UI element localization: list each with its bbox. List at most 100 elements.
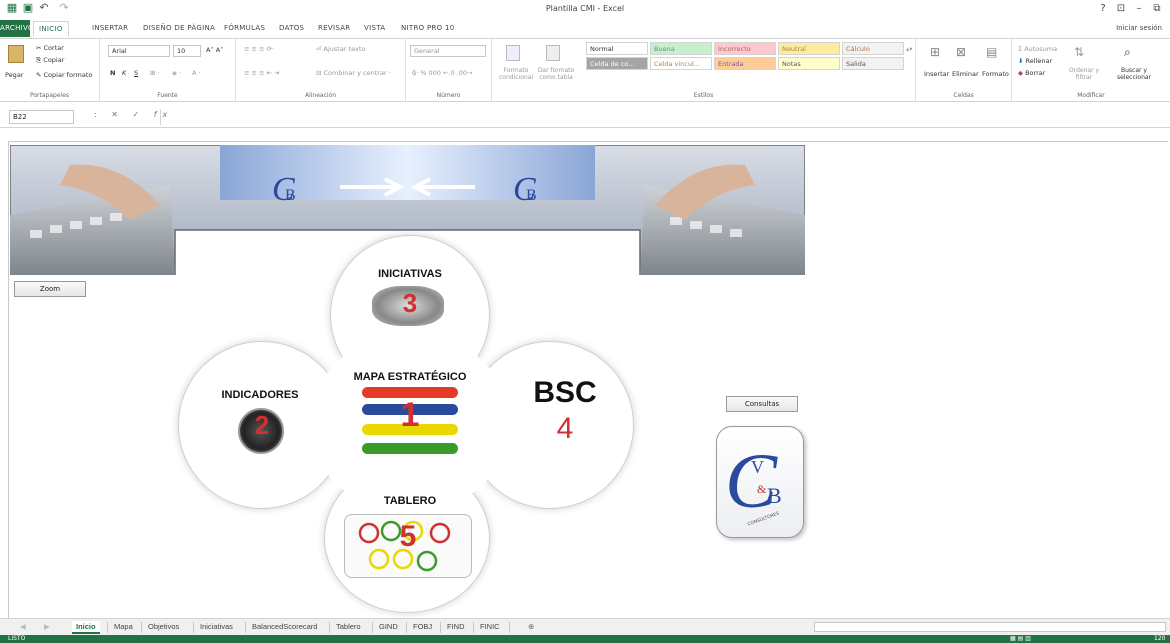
wrap-label: Ajustar texto [323, 45, 366, 53]
worksheet[interactable]: C B C B Zoom INICIATIVAS 3 INDICADORES 2… [0, 128, 1170, 619]
sort-filter-button[interactable]: Ordenar y filtrar [1064, 67, 1104, 81]
sheet-tab-finic[interactable]: FINIC [476, 621, 504, 634]
style-neutral[interactable]: Neutral [778, 42, 840, 55]
font-grow-icon[interactable]: A˄ A˅ [206, 46, 223, 54]
style-salida[interactable]: Salida [842, 57, 904, 70]
mapa-number: 1 [400, 396, 420, 434]
insert-button[interactable]: Insertar [924, 70, 949, 78]
copy-button[interactable]: ⎘ Copiar [36, 56, 64, 65]
sheet-tab-iniciativas[interactable]: Iniciativas [196, 621, 237, 634]
merge-button[interactable]: ⊟ Combinar y centrar · [316, 69, 391, 77]
merge-label: Combinar y centrar [323, 69, 387, 77]
number-format-icons[interactable]: ₲· % 000 ←.0 .00→ [412, 69, 472, 77]
tab-vista[interactable]: VISTA [364, 24, 385, 32]
next-sheet-icon[interactable]: ▶ [40, 621, 54, 634]
sheet-tab-inicio[interactable]: Inicio [72, 621, 100, 634]
sheet-tab-tablero[interactable]: Tablero [332, 621, 365, 634]
cond-format-icon [506, 45, 520, 61]
ribbon-display-icon[interactable]: ⊡ [1114, 3, 1128, 14]
formula-input[interactable] [160, 109, 1170, 125]
borders-icon[interactable]: ⊞ · [150, 69, 160, 77]
bsc-number: 4 [556, 412, 574, 445]
fill-color-icon[interactable]: ◈ · [172, 69, 181, 77]
sheet-tab-objetivos[interactable]: Objetivos [144, 621, 183, 634]
autosum-button[interactable]: Σ Autosuma [1018, 45, 1057, 53]
tablero-number: 5 [399, 520, 417, 553]
underline-button[interactable]: S [134, 69, 138, 77]
sheet-tab-gind[interactable]: GIND [375, 621, 402, 634]
table-format-button[interactable]: Dar formato como tabla [536, 67, 576, 81]
clear-button[interactable]: ◆ Borrar [1018, 69, 1045, 77]
tab-formulas[interactable]: FÓRMULAS [224, 24, 265, 32]
sign-in-link[interactable]: Iniciar sesión [1116, 24, 1162, 32]
svg-text:&: & [757, 482, 767, 496]
sheet-tab-find[interactable]: FIND [443, 621, 469, 634]
tab-datos[interactable]: DATOS [279, 24, 304, 32]
find-select-button[interactable]: Buscar y seleccionar [1108, 67, 1160, 81]
style-celda-comprobacion[interactable]: Celda de co... [586, 57, 648, 70]
consultas-button[interactable]: Consultas [726, 396, 798, 412]
styles-label: Estilos [693, 92, 714, 99]
name-box[interactable]: B22 [9, 110, 74, 124]
sheet-tab-fobj[interactable]: FOBJ [409, 621, 436, 634]
view-buttons-icon[interactable]: ▦ ▤ ▥ [1010, 635, 1031, 642]
add-sheet-icon[interactable]: ⊕ [524, 621, 538, 634]
align-top-icons[interactable]: ≡ ≡ ≡ ⟳· [244, 45, 274, 53]
clipboard-group: Pegar ✂ Cortar ⎘ Copiar ✎ Copiar formato… [0, 39, 100, 101]
tab-archivo[interactable]: ARCHIVO [0, 20, 33, 37]
bsc-label: BSC [533, 376, 597, 409]
vb-logo[interactable]: C V & B CONSULTORES [716, 426, 804, 538]
ribbon-tabs: ARCHIVO INICIO INSERTAR DISEÑO DE PÁGINA… [0, 20, 1170, 40]
cut-button[interactable]: ✂ Cortar [36, 44, 64, 52]
copy-label: Copiar [43, 56, 65, 64]
style-buena[interactable]: Buena [650, 42, 712, 55]
wrap-text-button[interactable]: ⏎ Ajustar texto [316, 45, 365, 53]
number-format-select[interactable]: General [410, 45, 486, 57]
styles-scroll-icon[interactable]: ▴▾ [906, 45, 913, 53]
style-celda-vinculada[interactable]: Celda vincul... [650, 57, 712, 70]
font-size-select[interactable]: 10 [173, 45, 201, 57]
align-icons[interactable]: ≡ ≡ ≡ ⇤ ⇥ [244, 69, 280, 77]
paste-icon[interactable] [8, 45, 24, 63]
style-notas[interactable]: Notas [778, 57, 840, 70]
paste-button[interactable]: Pegar [5, 71, 23, 79]
font-name-select[interactable]: Arial [108, 45, 170, 57]
style-incorrecto[interactable]: Incorrecto [714, 42, 776, 55]
status-ready: LISTO [8, 635, 26, 642]
brush-icon: ✎ [36, 71, 44, 79]
zoom-button[interactable]: Zoom [14, 281, 86, 297]
horizontal-scrollbar[interactable] [814, 622, 1166, 632]
formula-bar: B22 : ✕ ✓ fx [0, 104, 1170, 128]
editing-group: Σ Autosuma ⬇ Rellenar ◆ Borrar ⇅ Ordenar… [1012, 39, 1170, 101]
tab-revisar[interactable]: REVISAR [318, 24, 350, 32]
minimize-icon[interactable]: – [1132, 3, 1146, 14]
bold-button[interactable]: N [110, 69, 115, 77]
font-color-icon[interactable]: A · [192, 69, 201, 77]
svg-text:C: C [725, 437, 778, 524]
sheet-tab-mapa[interactable]: Mapa [110, 621, 137, 634]
tab-insertar[interactable]: INSERTAR [92, 24, 128, 32]
tab-diseno-pagina[interactable]: DISEÑO DE PÁGINA [143, 24, 215, 32]
sheet-tab-balancedscorecard[interactable]: BalancedScorecard [248, 621, 321, 634]
wrap-icon: ⏎ [316, 45, 324, 53]
prev-sheet-icon[interactable]: ◀ [16, 621, 30, 634]
italic-button[interactable]: K [122, 69, 126, 77]
style-normal[interactable]: Normal [586, 42, 648, 55]
zoom-level[interactable]: 120 [1154, 635, 1165, 642]
tab-inicio[interactable]: INICIO [33, 21, 69, 37]
restore-icon[interactable]: ⧉ [1150, 3, 1164, 14]
style-entrada[interactable]: Entrada [714, 57, 776, 70]
help-icon[interactable]: ? [1096, 3, 1110, 14]
fill-button[interactable]: ⬇ Rellenar [1018, 57, 1052, 65]
format-button[interactable]: Formato [982, 70, 1009, 78]
scissors-icon: ✂ [36, 44, 44, 52]
tab-separator [473, 622, 474, 633]
delete-button[interactable]: Eliminar [952, 70, 979, 78]
style-calculo[interactable]: Cálculo [842, 42, 904, 55]
sheet-tabs-bar: ◀ ▶ Inicio Mapa Objetivos Iniciativas Ba… [0, 618, 1170, 635]
tab-separator [329, 622, 330, 633]
copy-format-button[interactable]: ✎ Copiar formato [36, 71, 92, 79]
tablero-label: TABLERO [383, 495, 437, 507]
tab-nitro[interactable]: NITRO PRO 10 [401, 24, 455, 32]
cond-format-button[interactable]: Formato condicional [496, 67, 536, 81]
